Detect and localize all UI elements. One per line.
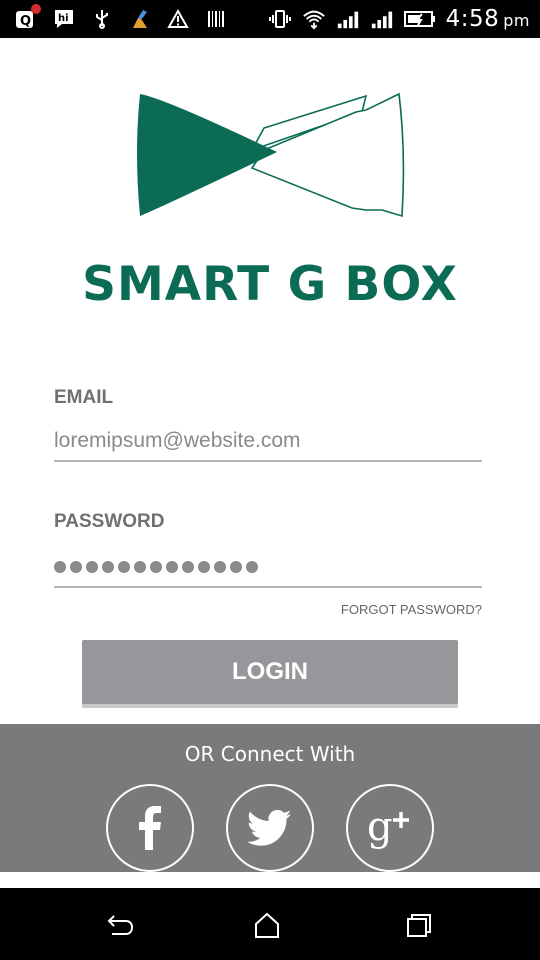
status-bar: Q hi 4:58 pm bbox=[0, 0, 540, 38]
back-button[interactable] bbox=[106, 910, 136, 940]
password-mask-dot bbox=[134, 561, 146, 573]
notification-badge bbox=[31, 4, 41, 14]
svg-text:hi: hi bbox=[58, 13, 69, 24]
back-icon bbox=[107, 915, 134, 935]
facebook-button[interactable] bbox=[106, 784, 194, 872]
twitter-button[interactable] bbox=[226, 784, 314, 872]
password-field[interactable] bbox=[54, 546, 482, 588]
navigation-bar bbox=[0, 888, 540, 960]
home-button[interactable] bbox=[252, 910, 282, 940]
password-mask-dot bbox=[246, 561, 258, 573]
password-mask-dot bbox=[118, 561, 130, 573]
password-mask-dot bbox=[182, 561, 194, 573]
signal-2-icon bbox=[370, 7, 394, 31]
vibrate-icon bbox=[268, 7, 292, 31]
forgot-password-link[interactable]: FORGOT PASSWORD? bbox=[341, 602, 482, 617]
clock-time: 4:58 bbox=[445, 6, 500, 32]
app-logo bbox=[134, 92, 408, 218]
password-mask-dot bbox=[70, 561, 82, 573]
usb-icon bbox=[90, 7, 114, 31]
password-mask-dot bbox=[102, 561, 114, 573]
cleaner-icon bbox=[128, 7, 152, 31]
password-mask-dot bbox=[150, 561, 162, 573]
email-label: EMAIL bbox=[54, 387, 114, 408]
status-bar-left: Q hi bbox=[14, 4, 228, 31]
login-button[interactable]: LOGIN bbox=[82, 640, 458, 704]
social-title: OR Connect With bbox=[184, 742, 356, 766]
google-plus-icon: g bbox=[367, 806, 409, 850]
password-mask-dot bbox=[198, 561, 210, 573]
quora-notification-icon: Q bbox=[14, 4, 41, 31]
password-label: PASSWORD bbox=[54, 511, 165, 532]
google-plus-button[interactable]: g bbox=[346, 784, 434, 872]
recent-apps-icon bbox=[407, 914, 431, 937]
signal-1-icon bbox=[336, 7, 360, 31]
twitter-icon bbox=[248, 810, 291, 846]
clock-ampm: pm bbox=[503, 11, 530, 30]
barcode-icon bbox=[204, 7, 228, 31]
wifi-icon bbox=[302, 7, 326, 31]
battery-charging-icon bbox=[403, 7, 436, 31]
status-clock: 4:58 pm bbox=[446, 6, 530, 32]
password-mask-dot bbox=[214, 561, 226, 573]
recent-apps-button[interactable] bbox=[404, 910, 434, 940]
svg-text:g: g bbox=[367, 806, 393, 850]
svg-text:Q: Q bbox=[20, 14, 31, 29]
password-mask-dot bbox=[86, 561, 98, 573]
password-mask-dot bbox=[166, 561, 178, 573]
home-icon bbox=[255, 912, 279, 938]
social-connect-panel: OR Connect With g bbox=[0, 724, 540, 872]
password-mask-dot bbox=[54, 561, 66, 573]
password-mask-dot bbox=[230, 561, 242, 573]
hike-messenger-icon: hi bbox=[52, 7, 76, 31]
email-field[interactable] bbox=[54, 422, 482, 462]
brand-name: SMART G BOX bbox=[82, 257, 458, 312]
status-bar-right: 4:58 pm bbox=[268, 5, 530, 33]
facebook-icon bbox=[139, 806, 161, 850]
warning-icon bbox=[166, 7, 190, 31]
